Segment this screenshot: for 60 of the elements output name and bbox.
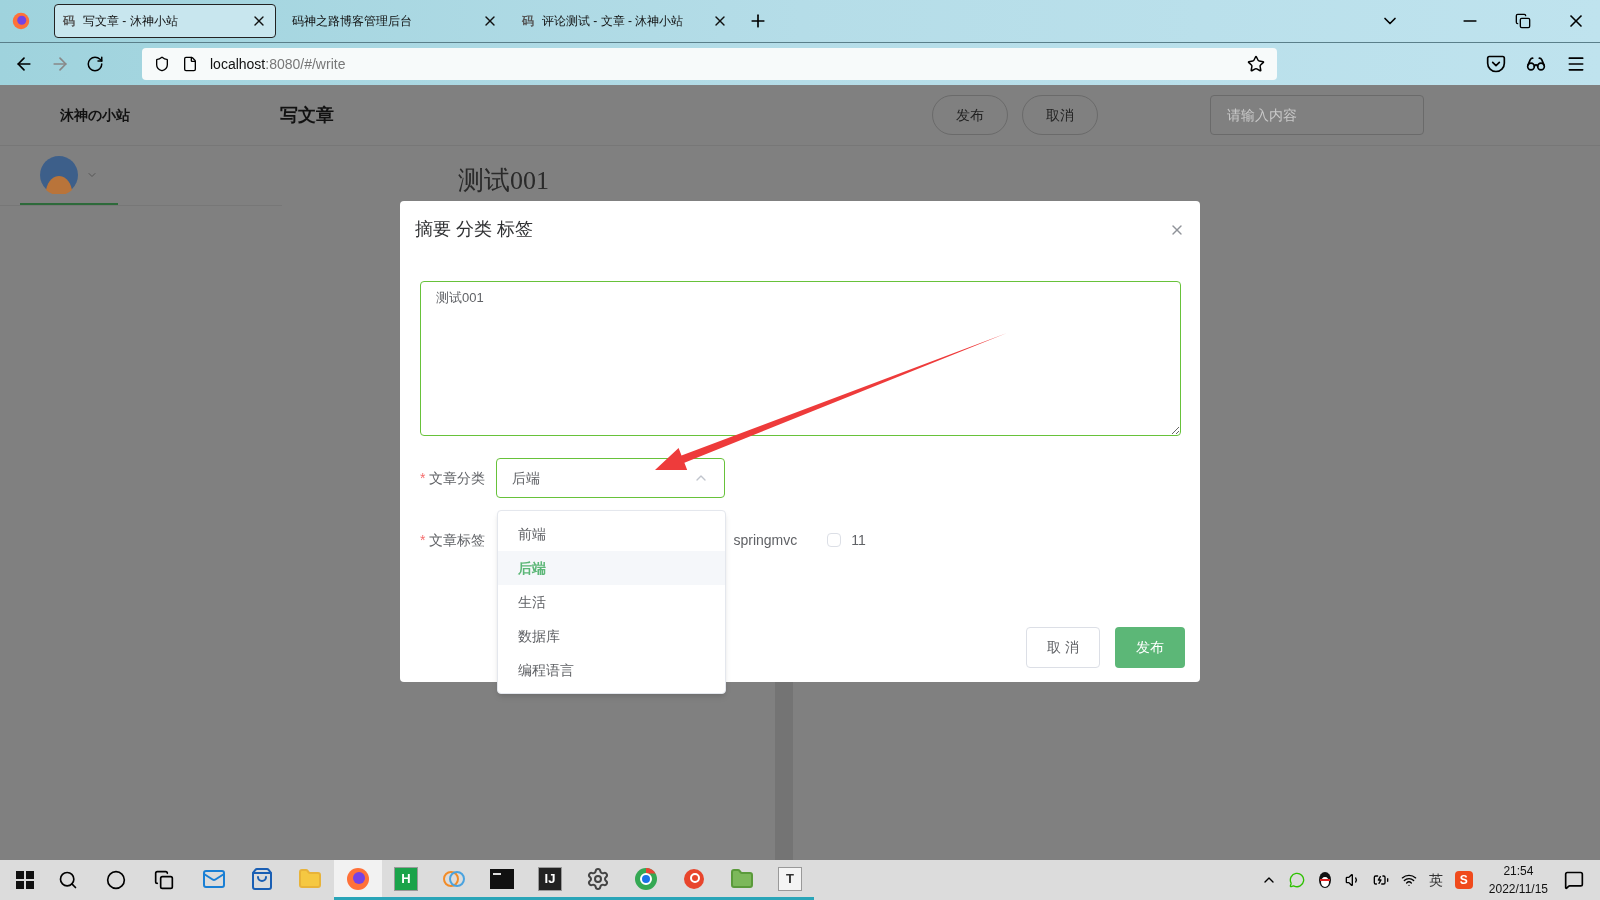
tag-label: springmvc — [733, 530, 798, 550]
wifi-icon[interactable] — [1400, 872, 1417, 888]
browser-icon — [346, 866, 370, 891]
taskbar-app[interactable]: T — [766, 860, 814, 900]
folder-icon — [730, 866, 754, 891]
input-app-icon[interactable]: S — [1454, 871, 1473, 889]
bookmark-star-icon[interactable] — [1247, 55, 1265, 73]
app-icon: T — [778, 866, 802, 891]
favicon: 码 — [522, 13, 534, 30]
field-label: 文章标签 — [429, 530, 486, 550]
browser-tab[interactable]: 码 评论测试 - 文章 - 沐神小站 — [514, 4, 736, 38]
url-text: localhost:8080/#/write — [210, 54, 347, 74]
clock-date[interactable]: 2022/11/15 — [1488, 880, 1548, 898]
task-view-icon[interactable] — [154, 870, 174, 890]
reload-icon[interactable] — [86, 55, 104, 73]
browser-tab[interactable]: 码神之路博客管理后台 — [284, 4, 506, 38]
checkbox[interactable] — [827, 533, 842, 547]
gear-icon — [586, 866, 610, 891]
search-icon[interactable] — [58, 870, 78, 890]
tab-title: 码神之路博客管理后台 — [292, 13, 413, 30]
favicon: 码 — [63, 13, 75, 30]
browser-tab[interactable]: 码 写文章 - 沐神小站 — [54, 4, 276, 38]
folder-icon — [298, 866, 322, 891]
start-icon[interactable] — [16, 871, 34, 889]
tab-title: 写文章 - 沐神小站 — [83, 13, 179, 30]
notification-icon[interactable] — [1564, 870, 1584, 890]
pocket-icon[interactable] — [1486, 54, 1506, 74]
dropdown-option[interactable]: 编程语言 — [498, 653, 725, 687]
dropdown-option[interactable]: 数据库 — [498, 619, 725, 653]
dialog-button[interactable]: 取 消 — [1026, 627, 1100, 668]
address-bar[interactable]: localhost:8080/#/write — [142, 48, 1277, 80]
summary-field[interactable]: 测试001 — [420, 281, 1181, 436]
shield-icon — [154, 56, 170, 72]
battery-icon[interactable] — [1372, 872, 1389, 888]
restore-icon[interactable] — [1515, 13, 1531, 29]
app-icon: H — [394, 866, 418, 891]
tab-title: 评论测试 - 文章 - 沐神小站 — [542, 13, 685, 30]
dropdown-option[interactable]: 前端 — [498, 517, 725, 551]
menu-icon[interactable] — [1566, 54, 1586, 74]
circle-icon[interactable] — [106, 870, 126, 890]
avatar — [40, 156, 78, 194]
article-title: 测试001 — [458, 166, 549, 197]
site-brand[interactable]: 沐神の小站 — [0, 104, 190, 126]
clock-time[interactable]: 21:54 — [1503, 862, 1534, 880]
app-icon: IJ — [538, 866, 562, 891]
browser-logo-icon — [12, 12, 30, 30]
store-icon — [250, 866, 274, 891]
taskbar-app[interactable]: IJ — [526, 860, 574, 900]
page-heading: 写文章 — [280, 103, 334, 127]
page-icon — [182, 56, 198, 72]
field-label: 文章分类 — [429, 468, 487, 488]
terminal-icon — [490, 868, 514, 889]
globe-icon — [634, 866, 658, 891]
required-mark: * — [420, 468, 426, 488]
dialog-title: 摘要 分类 标签 — [415, 218, 534, 241]
tag-label: 11 — [851, 530, 866, 550]
dropdown-option[interactable]: 生活 — [498, 585, 725, 619]
required-mark: * — [420, 530, 426, 550]
penguin-icon[interactable] — [1316, 871, 1333, 889]
input-method[interactable]: 英 — [1428, 869, 1443, 891]
